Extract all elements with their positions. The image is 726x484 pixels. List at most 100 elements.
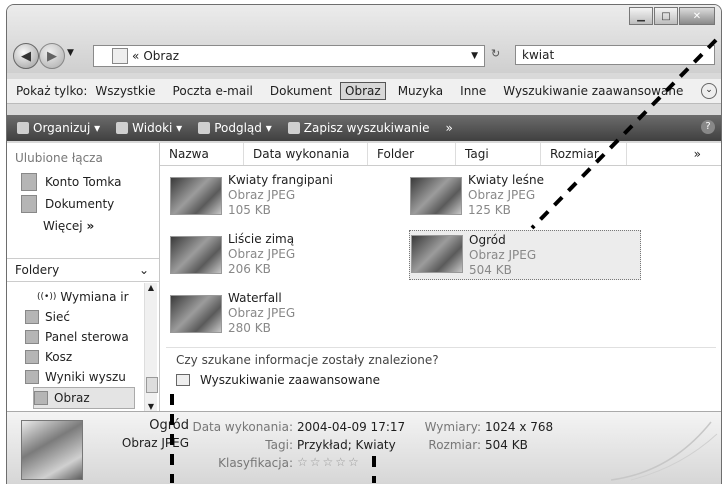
file-size: 105 KB [228,203,271,217]
organize-button[interactable]: Organizuj ▾ [17,121,100,135]
tree-item-control-panel[interactable]: Panel sterowa [25,327,159,347]
organize-icon [17,122,29,134]
filter-other[interactable]: Inne [460,84,486,98]
tree-item-image[interactable]: Obraz [33,387,135,409]
expand-chevron-icon[interactable]: ⌄ [701,83,717,99]
size-value: 504 KB [485,438,528,452]
address-dropdown-icon[interactable]: ▼ [471,51,478,61]
chevron-down-icon[interactable]: ⌄ [139,263,149,277]
file-name: Liście zimą [228,232,295,246]
address-path: Obraz [143,49,179,63]
date-label: Data wykonania: [192,420,293,434]
file-name: Waterfall [228,291,282,305]
filter-image[interactable]: Obraz [340,82,386,100]
filter-all[interactable]: Wszystkie [95,84,155,98]
scroll-up-icon[interactable]: ▲ [145,283,157,292]
decorative-swoosh [610,421,718,481]
image-thumbnail [410,177,462,215]
image-thumbnail [170,236,222,274]
organize-label: Organizuj [33,121,91,135]
column-headers: Nazwa Data wykonania Folder Tagi Rozmiar… [160,143,721,166]
file-type: Obraz JPEG [468,188,536,202]
save-icon [287,122,300,134]
filter-music[interactable]: Muzyka [398,84,443,98]
tree-item-network[interactable]: Sieć [25,307,159,327]
file-kwiaty-frangipani[interactable]: Kwiaty frangipani Obraz JPEG 105 KB [170,173,333,218]
folder-icon [112,48,128,64]
column-folder[interactable]: Folder [368,143,456,165]
file-size: 206 KB [228,262,271,276]
tree-label: Sieć [45,310,70,324]
help-icon[interactable]: ? [701,120,715,134]
preview-button[interactable]: Podgląd ▾ [198,121,272,135]
file-kwiaty-lesne[interactable]: Kwiaty leśne Obraz JPEG 125 KB [410,173,544,218]
window-controls: ▁ □ ✕ [628,7,715,25]
tree-label: Wyniki wyszu [45,370,126,384]
separator [166,347,716,348]
back-button[interactable]: ◀ [13,43,39,69]
advanced-search-label: Wyszukiwanie zaawansowane [200,373,381,387]
tree-item-search-results[interactable]: Wyniki wyszu [25,367,159,387]
filter-document[interactable]: Dokument [270,84,332,98]
more-link[interactable]: Więcej » [43,215,159,237]
tree-label: Obraz [54,391,90,405]
save-search-label: Zapisz wyszukiwanie [303,121,430,135]
folders-header[interactable]: Foldery ⌄ [7,258,159,282]
tags-value[interactable]: Przykład; Kwiaty [297,438,396,452]
file-name: Ogród [469,233,506,247]
column-name[interactable]: Nazwa [160,143,244,165]
file-name: Kwiaty frangipani [228,173,333,187]
filter-email[interactable]: Poczta e-mail [173,84,253,98]
favorite-konto[interactable]: Konto Tomka [21,171,159,193]
network-computer-icon [25,310,39,324]
file-size: 504 KB [469,263,512,277]
tree-item-network-exchange[interactable]: ((•)) Wymiana ir [37,287,159,307]
preview-icon [198,122,211,134]
close-button[interactable]: ✕ [679,7,715,25]
favorite-documents[interactable]: Dokumenty [21,193,159,215]
tree-label: Panel sterowa [45,330,129,344]
file-name: Kwiaty leśne [468,173,544,187]
scroll-down-icon[interactable]: ▼ [145,402,157,411]
file-type: Obraz JPEG [469,248,537,262]
filter-bar: Pokaż tylko: Wszystkie Poczta e-mail Dok… [7,79,721,104]
column-size[interactable]: Rozmiar [541,143,627,165]
minimize-button[interactable]: ▁ [629,7,653,25]
more-glyph: » [86,219,95,233]
forward-button[interactable]: ▶ [39,43,65,69]
scroll-thumb[interactable] [146,377,158,393]
user-folder-icon [21,173,37,191]
more-columns[interactable]: » [627,143,707,165]
advanced-search-link[interactable]: Wyszukiwanie zaawansowane [176,373,380,387]
column-tags[interactable]: Tagi [456,143,541,165]
column-date[interactable]: Data wykonania [244,143,368,165]
file-waterfall[interactable]: Waterfall Obraz JPEG 280 KB [170,291,295,336]
size-label: Rozmiar: [428,438,481,452]
file-ogrod[interactable]: Ogród Obraz JPEG 504 KB [409,230,641,280]
filter-advanced[interactable]: Wyszukiwanie zaawansowane [503,84,683,98]
file-type: Obraz JPEG [228,247,296,261]
favorite-label: Konto Tomka [45,175,122,189]
file-size: 280 KB [228,321,271,335]
favorites-header: Ulubione łącza [15,151,103,165]
tree-item-recycle-bin[interactable]: Kosz [25,347,159,367]
rating-stars[interactable]: ☆☆☆☆☆ [297,455,361,469]
maximize-button[interactable]: □ [654,7,678,25]
views-button[interactable]: Widoki ▾ [116,121,182,135]
address-prefix: « [132,49,140,63]
date-value[interactable]: 2004-04-09 17:17 [297,420,405,434]
details-type: Obraz JPEG [121,436,189,450]
tree-scrollbar[interactable]: ▲ ▼ [144,283,158,411]
refresh-icon[interactable]: ↻ [491,47,500,60]
views-icon [116,122,129,134]
save-search-button[interactable]: Zapisz wyszukiwanie [287,121,430,135]
search-input[interactable]: kwiat [515,45,715,65]
navigation-row: ◀ ▶ ▼ « Obraz ▼ ↻ kwiat [13,43,715,69]
tree-label: Kosz [45,350,73,364]
network-icon: ((•)) [37,292,57,302]
more-commands-button[interactable]: » [446,121,453,135]
recent-pages-arrow-icon[interactable]: ▼ [67,48,74,58]
address-bar[interactable]: « Obraz ▼ [93,45,485,67]
file-liscie-zima[interactable]: Liście zimą Obraz JPEG 206 KB [170,232,295,277]
views-label: Widoki [132,121,173,135]
